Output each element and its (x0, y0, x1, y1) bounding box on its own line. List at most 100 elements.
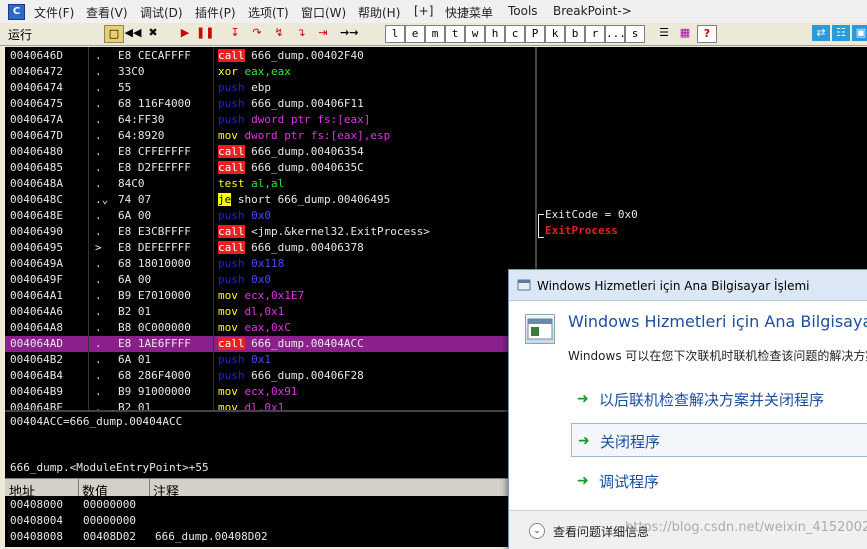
disasm-mnemonic: call (218, 241, 245, 254)
disasm-address: 004064AD (10, 337, 63, 350)
memory-address: 00408000 (10, 498, 63, 511)
chevron-down-icon[interactable]: ⌄ (529, 523, 545, 539)
disasm-row[interactable]: 004064A1. B9 E7010000 mov ecx,0x1E7 (5, 288, 535, 304)
disasm-row[interactable]: 0040647D. 64:8920 mov dword ptr fs:[eax],e… (5, 128, 535, 144)
rewind-icon[interactable]: ◀◀ (124, 25, 142, 41)
disasm-address: 004064B9 (10, 385, 63, 398)
dialog-titlebar[interactable]: Windows Hizmetleri için Ana Bilgisayar İ… (509, 270, 867, 301)
disasm-row[interactable]: 00406490. E8 E3CBFFFF call <jmp.&kernel32.… (5, 224, 535, 240)
list-icon[interactable]: ☰ (655, 25, 673, 41)
trace-into-icon[interactable]: ↯ (270, 25, 288, 41)
memory-pane[interactable]: 00408000 00000000 00408004 00000000 0040… (5, 496, 535, 547)
disasm-row-selected[interactable]: 004064AD. E8 1AE6FFFF call 666_dump.00404A… (5, 336, 535, 352)
toolbar-c-button[interactable]: c (505, 25, 525, 43)
toolbar-w-button[interactable]: w (465, 25, 485, 43)
menu-tools[interactable]: Tools (508, 4, 538, 18)
disasm-row[interactable]: 004064B2. 6A 01 push 0x1 (5, 352, 535, 368)
disasm-row[interactable]: 004064A8. B8 0C000000 mov eax,0xC (5, 320, 535, 336)
disasm-instruction: call <jmp.&kernel32.ExitProcess> (218, 224, 430, 240)
disasm-marker: . (95, 305, 102, 318)
toolbar-r-button[interactable]: r (585, 25, 605, 43)
disasm-row[interactable]: 0040646D. E8 CECAFFFF call 666_dump.00402F… (5, 48, 535, 64)
disasm-hex: B2 01 (118, 305, 152, 318)
disasm-marker: . (95, 289, 102, 302)
toolbar-e-button[interactable]: e (405, 25, 425, 43)
disasm-row[interactable]: 0040647A. 64:FF30 push dword ptr fs:[eax] (5, 112, 535, 128)
disasm-row[interactable]: 00406485. E8 D2FEFFFF call 666_dump.004063… (5, 160, 535, 176)
pause-icon[interactable]: ❚❚ (196, 25, 214, 41)
disasm-instruction: push 0x1 (218, 352, 271, 368)
app-icon[interactable]: C (8, 4, 25, 20)
disasm-instruction: mov dword ptr fs:[eax],esp (218, 128, 390, 144)
disasm-row[interactable]: 00406472. 33C0 xor eax,eax (5, 64, 535, 80)
toolbar-s-button[interactable]: s (625, 25, 645, 43)
step-over-icon[interactable]: ↷ (248, 25, 266, 41)
plugin-icon[interactable]: ▣ (852, 25, 867, 41)
check-online-close-option[interactable]: ➜ 以后联机检查解决方案并关闭程序 (571, 382, 867, 414)
toolbar-p-button[interactable]: P (525, 25, 545, 43)
disasm-row[interactable]: 004064BE. B2 01 mov dl,0x1 (5, 400, 535, 410)
menu-help[interactable]: 帮助(H) (358, 4, 400, 21)
disasm-marker: . (95, 177, 102, 190)
grid-icon[interactable]: ▦ (676, 25, 694, 41)
menu-plugins[interactable]: 插件(P) (195, 4, 236, 21)
trace-over-icon[interactable]: ↴ (292, 25, 310, 41)
disasm-address: 0040648E (10, 209, 63, 222)
toolbar-m-button[interactable]: m (425, 25, 445, 43)
menu-debug[interactable]: 调试(D) (140, 4, 183, 21)
disasm-row[interactable]: 0040648E. 6A 00 push 0x0 (5, 208, 535, 224)
run-icon[interactable]: ▶ (176, 25, 194, 41)
open-folder-icon[interactable]: □ (104, 25, 124, 43)
disasm-row[interactable]: 00406495 > E8 DEFEFFFF call 666_dump.004063… (5, 240, 535, 256)
menu-options[interactable]: 选项(T) (248, 4, 289, 21)
disasm-mnemonic: call (218, 225, 245, 238)
menu-file[interactable]: 文件(F) (34, 4, 74, 21)
menu-view[interactable]: 查看(V) (86, 4, 128, 21)
go-to-icon[interactable]: →→ (340, 25, 358, 41)
disasm-operands: 666_dump.00402F40 (251, 49, 364, 62)
disasm-row[interactable]: 0040648A. 84C0 test al,al (5, 176, 535, 192)
debug-program-option[interactable]: ➜ 调试程序 (571, 464, 867, 496)
disasm-mnemonic: call (218, 161, 245, 174)
menu-shortcuts[interactable]: 快捷菜单 (445, 4, 493, 21)
disasm-instruction: push 0x0 (218, 272, 271, 288)
toolbar-k-button[interactable]: k (545, 25, 565, 43)
help-button[interactable]: ? (697, 25, 717, 43)
toolbar-t-button[interactable]: t (445, 25, 465, 43)
options-icon[interactable]: ☷ (832, 25, 850, 41)
disassembly-pane[interactable]: 0040646D. E8 CECAFFFF call 666_dump.00402F… (5, 47, 535, 410)
disasm-instruction: mov eax,0xC (218, 320, 291, 336)
step-into-icon[interactable]: ↧ (226, 25, 244, 41)
disasm-row[interactable]: 00406475. 68 116F4000 push 666_dump.00406F… (5, 96, 535, 112)
disasm-operands: 666_dump.00404ACC (251, 337, 364, 350)
close-program-option[interactable]: ➜ 关闭程序 (571, 423, 867, 457)
memory-value: 00000000 (83, 514, 136, 527)
disasm-operands: 0x0 (251, 273, 271, 286)
disasm-address: 0040649A (10, 257, 63, 270)
execute-till-return-icon[interactable]: ⇥ (314, 25, 332, 41)
toolbar-l-button[interactable]: l (385, 25, 405, 43)
disasm-mnemonic: mov (218, 385, 238, 398)
disasm-row[interactable]: 0040648C .⌄ 74 07 je short 666_dump.0040649… (5, 192, 535, 208)
disasm-row[interactable]: 00406474. 55 push ebp (5, 80, 535, 96)
disasm-address: 00406480 (10, 145, 63, 158)
close-icon[interactable]: ✖ (144, 25, 162, 41)
disasm-row[interactable]: 004064B9. B9 91000000 mov ecx,0x91 (5, 384, 535, 400)
header-divider[interactable] (78, 479, 79, 497)
menu-breakpoint[interactable]: BreakPoint-> (553, 4, 632, 18)
toolbar-h-button[interactable]: h (485, 25, 505, 43)
toolbar-b-button[interactable]: b (565, 25, 585, 43)
disasm-mnemonic: call (218, 145, 245, 158)
header-divider[interactable] (149, 479, 150, 497)
disasm-row[interactable]: 0040649A. 68 18010000 push 0x118 (5, 256, 535, 272)
disasm-operands: ecx,0x91 (244, 385, 298, 398)
disasm-row[interactable]: 0040649F. 6A 00 push 0x0 (5, 272, 535, 288)
disasm-instruction: push 0x0 (218, 208, 271, 224)
disasm-row[interactable]: 00406480. E8 CFFEFFFF call 666_dump.004063… (5, 144, 535, 160)
refresh-icon[interactable]: ⇄ (812, 25, 830, 41)
disasm-row[interactable]: 004064B4. 68 286F4000 push 666_dump.00406F… (5, 368, 535, 384)
menu-window[interactable]: 窗口(W) (301, 4, 346, 21)
menu-plus[interactable]: [+] (414, 4, 433, 18)
disasm-row[interactable]: 004064A6. B2 01 mov dl,0x1 (5, 304, 535, 320)
toolbar-ellipsis-button[interactable]: ... (605, 25, 626, 43)
